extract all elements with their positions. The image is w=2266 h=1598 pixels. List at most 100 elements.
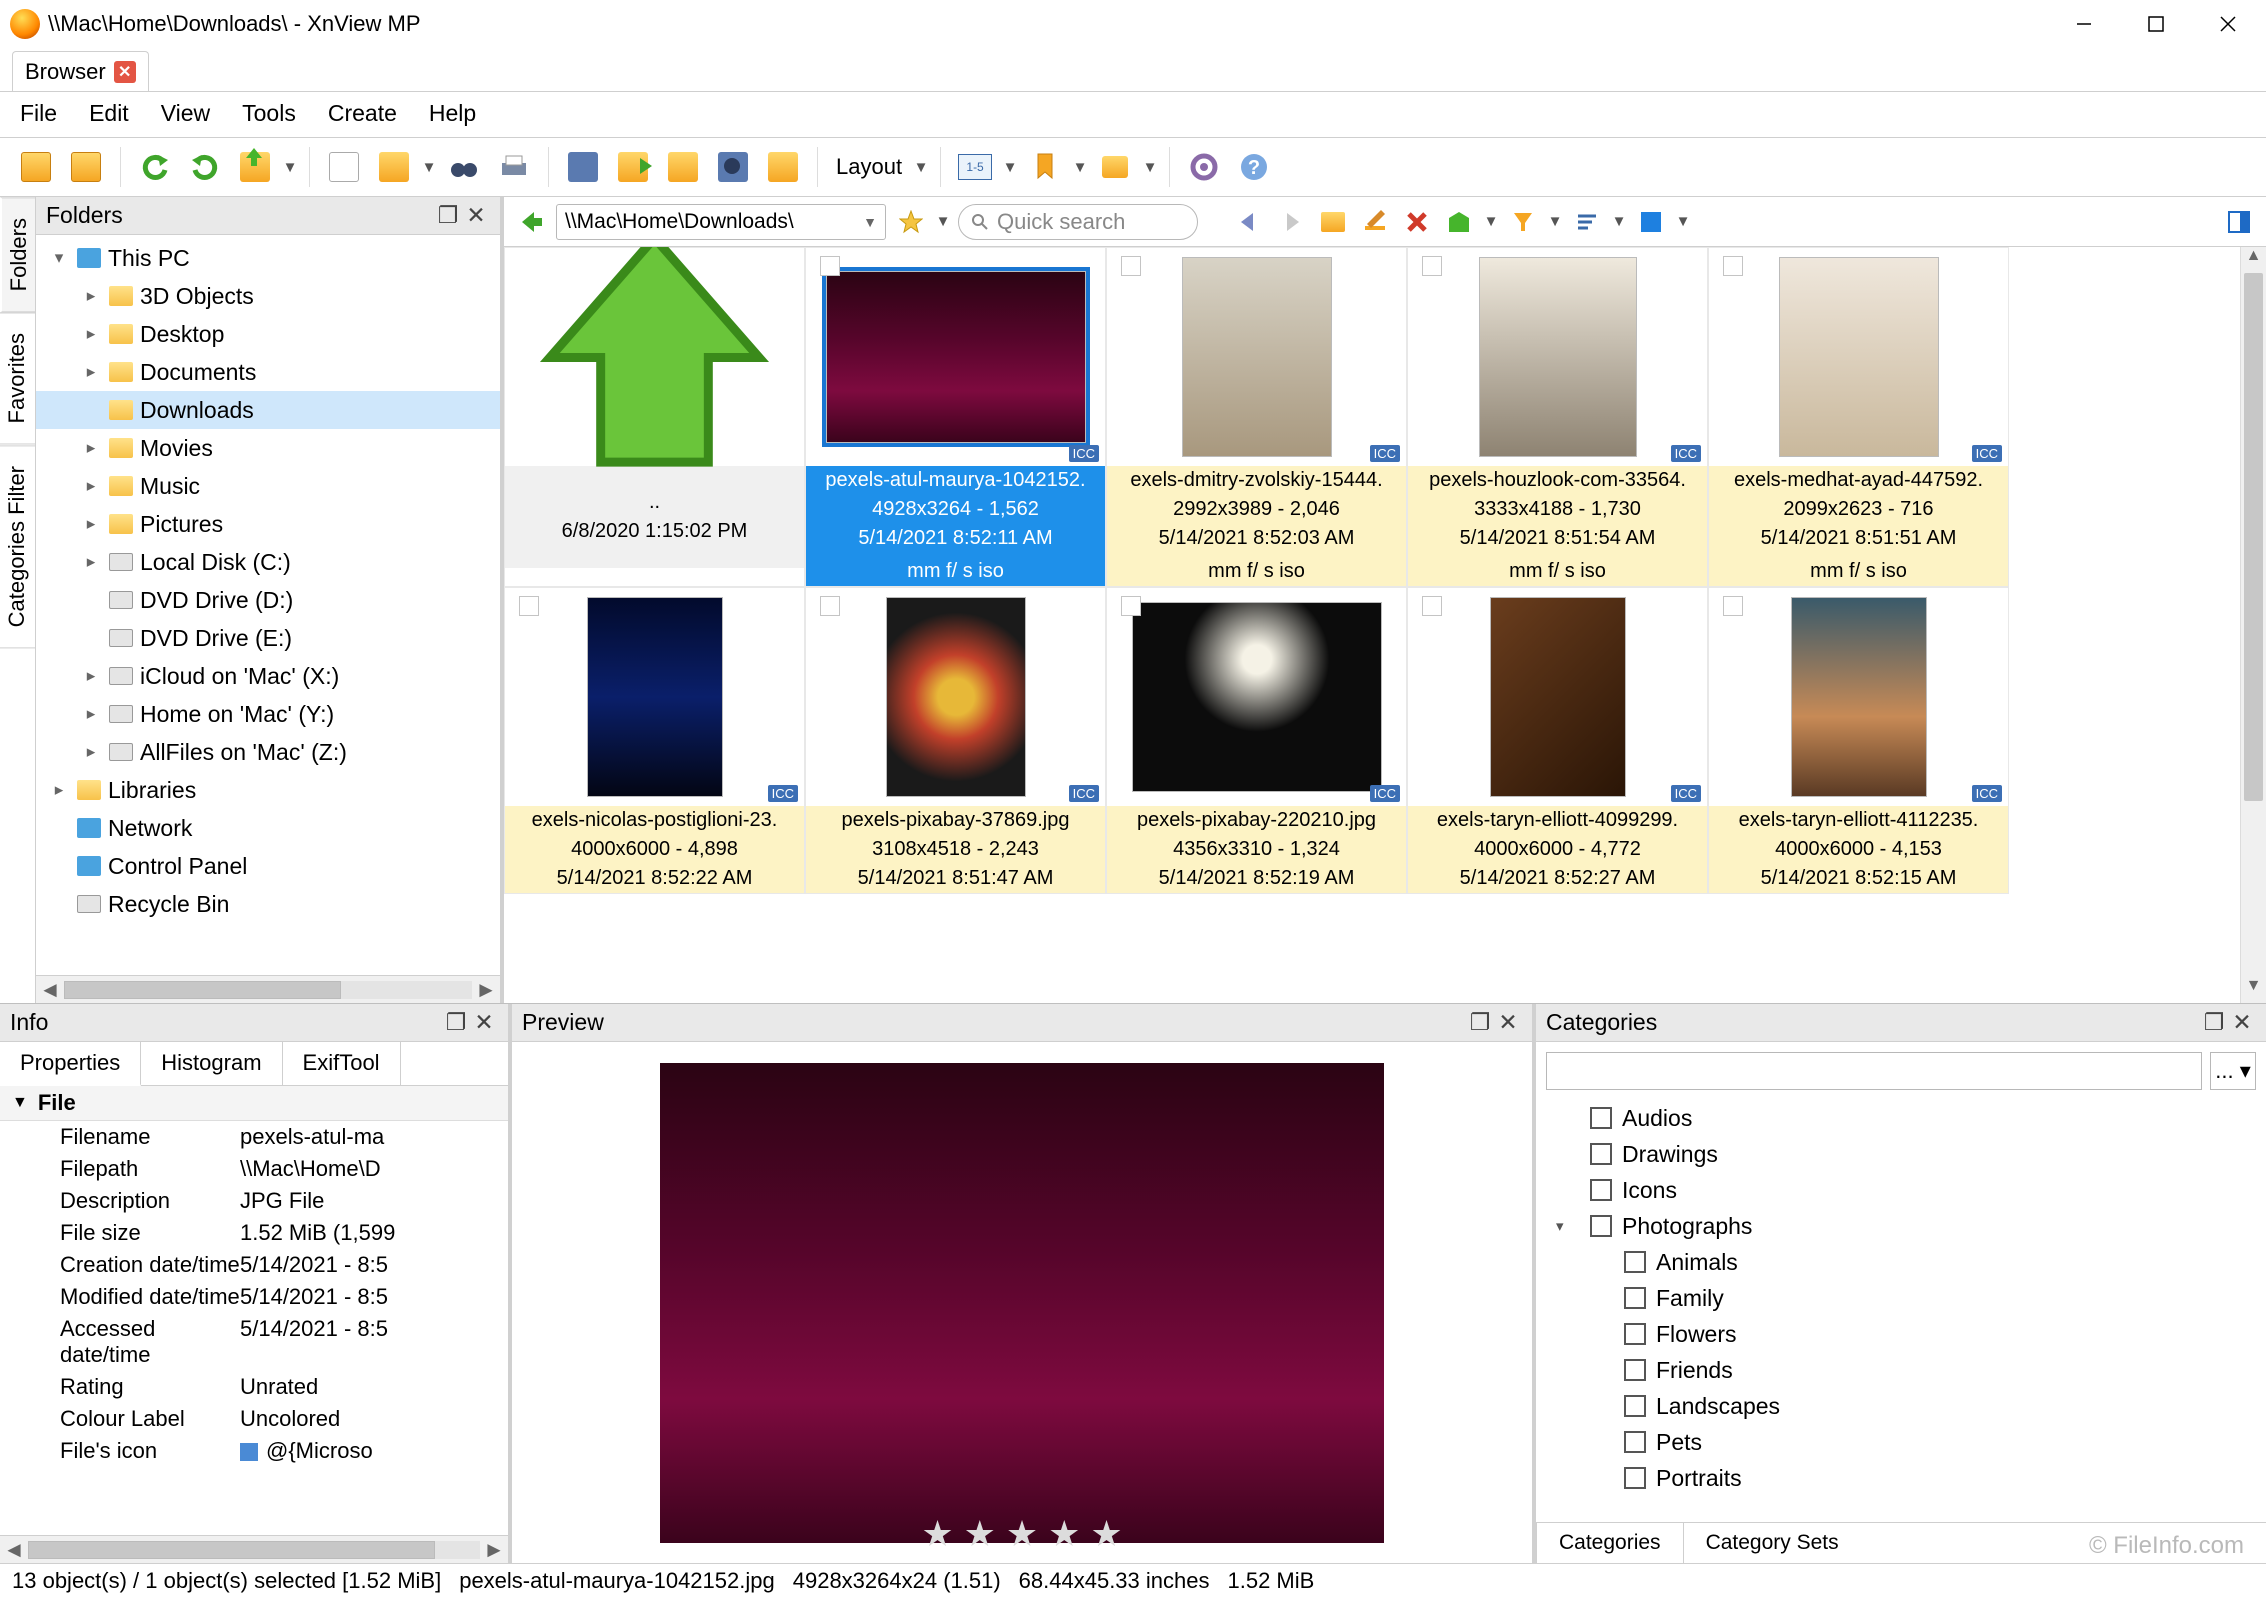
menu-help[interactable]: Help bbox=[429, 100, 476, 127]
path-combo[interactable]: \\Mac\Home\Downloads\▼ bbox=[556, 204, 886, 240]
checkbox[interactable] bbox=[1590, 1107, 1612, 1129]
category-animals[interactable]: Animals bbox=[1536, 1244, 2266, 1280]
folder-documents[interactable]: ▸Documents bbox=[36, 353, 500, 391]
horizontal-scrollbar[interactable]: ◄► bbox=[0, 1535, 508, 1563]
checkbox[interactable] bbox=[1723, 256, 1743, 276]
thumbnail-cell[interactable]: ICCpexels-pixabay-37869.jpg3108x4518 - 2… bbox=[805, 587, 1106, 894]
folder-this-pc[interactable]: ▾This PC bbox=[36, 239, 500, 277]
convert-icon[interactable] bbox=[661, 145, 705, 189]
thumbnail-cell[interactable]: ICCexels-medhat-ayad-447592.2099x2623 - … bbox=[1708, 247, 2009, 587]
section-header-file[interactable]: ▼File bbox=[0, 1086, 508, 1121]
dropdown-icon[interactable]: ▼ bbox=[936, 213, 950, 230]
dropdown-icon[interactable]: ▼ bbox=[1548, 213, 1562, 230]
checkbox[interactable] bbox=[1422, 256, 1442, 276]
category-friends[interactable]: Friends bbox=[1536, 1352, 2266, 1388]
checkbox[interactable] bbox=[1590, 1143, 1612, 1165]
tab-close-icon[interactable]: ✕ bbox=[114, 61, 136, 83]
folder-desktop[interactable]: ▸Desktop bbox=[36, 315, 500, 353]
new-folder-icon[interactable] bbox=[1093, 145, 1137, 189]
folder-recycle-bin[interactable]: Recycle Bin bbox=[36, 885, 500, 923]
checkbox[interactable] bbox=[1121, 596, 1141, 616]
menu-edit[interactable]: Edit bbox=[89, 100, 129, 127]
menu-tools[interactable]: Tools bbox=[242, 100, 296, 127]
nav-forward-icon[interactable] bbox=[1274, 205, 1308, 239]
thumbnail-grid[interactable]: ..6/8/2020 1:15:02 PMICCpexels-atul-maur… bbox=[504, 247, 2266, 1003]
folder-downloads[interactable]: Downloads bbox=[36, 391, 500, 429]
menu-create[interactable]: Create bbox=[328, 100, 397, 127]
sidetab-folders[interactable]: Folders bbox=[0, 197, 35, 312]
scanner-icon[interactable] bbox=[561, 145, 605, 189]
category-icons[interactable]: Icons bbox=[1536, 1172, 2266, 1208]
category-drawings[interactable]: Drawings bbox=[1536, 1136, 2266, 1172]
checkbox[interactable] bbox=[1121, 256, 1141, 276]
open-folder-icon[interactable] bbox=[1316, 205, 1350, 239]
panel-close-icon[interactable]: ✕ bbox=[1494, 1009, 1522, 1036]
info-tab-properties[interactable]: Properties bbox=[0, 1042, 141, 1086]
category-portraits[interactable]: Portraits bbox=[1536, 1460, 2266, 1496]
minimize-button[interactable] bbox=[2048, 2, 2120, 46]
folder-libraries[interactable]: ▸Libraries bbox=[36, 771, 500, 809]
dropdown-icon[interactable]: ▼ bbox=[1003, 159, 1017, 176]
folder-local-disk-c-[interactable]: ▸Local Disk (C:) bbox=[36, 543, 500, 581]
rating-stars[interactable]: ★ ★ ★ ★ ★ bbox=[921, 1513, 1122, 1555]
category-search-input[interactable] bbox=[1546, 1052, 2202, 1090]
export-icon[interactable] bbox=[611, 145, 655, 189]
favorite-star-icon[interactable] bbox=[894, 205, 928, 239]
checkbox[interactable] bbox=[1624, 1323, 1646, 1345]
nav-back-icon[interactable] bbox=[1232, 205, 1266, 239]
menu-view[interactable]: View bbox=[161, 100, 210, 127]
folder-3d-objects[interactable]: ▸3D Objects bbox=[36, 277, 500, 315]
category-tree[interactable]: AudiosDrawingsIcons▾PhotographsAnimalsFa… bbox=[1536, 1100, 2266, 1522]
info-tab-exiftool[interactable]: ExifTool bbox=[283, 1042, 401, 1085]
dropdown-icon[interactable]: ▼ bbox=[1484, 213, 1498, 230]
checkbox[interactable] bbox=[1624, 1431, 1646, 1453]
dropdown-icon[interactable]: ▼ bbox=[422, 159, 436, 176]
checkbox[interactable] bbox=[1624, 1287, 1646, 1309]
panel-close-icon[interactable]: ✕ bbox=[2228, 1009, 2256, 1036]
category-photographs[interactable]: ▾Photographs bbox=[1536, 1208, 2266, 1244]
cat-tab-category-sets[interactable]: Category Sets bbox=[1684, 1523, 1861, 1563]
folder-dvd-drive-e-[interactable]: DVD Drive (E:) bbox=[36, 619, 500, 657]
sidetab-categories-filter[interactable]: Categories Filter bbox=[0, 445, 35, 648]
paste-folder-icon[interactable] bbox=[372, 145, 416, 189]
folder-home-on-mac-y-[interactable]: ▸Home on 'Mac' (Y:) bbox=[36, 695, 500, 733]
tab-browser[interactable]: Browser ✕ bbox=[12, 51, 149, 91]
close-button[interactable] bbox=[2192, 2, 2264, 46]
folder-control-panel[interactable]: Control Panel bbox=[36, 847, 500, 885]
checkbox[interactable] bbox=[1624, 1251, 1646, 1273]
quick-search-input[interactable]: Quick search bbox=[958, 204, 1198, 240]
checkbox[interactable] bbox=[820, 596, 840, 616]
panel-close-icon[interactable]: ✕ bbox=[462, 202, 490, 229]
panel-restore-icon[interactable]: ❐ bbox=[2200, 1009, 2228, 1036]
folder-icloud-on-mac-x-[interactable]: ▸iCloud on 'Mac' (X:) bbox=[36, 657, 500, 695]
slideshow-icon[interactable] bbox=[761, 145, 805, 189]
folder-network[interactable]: Network bbox=[36, 809, 500, 847]
binoculars-icon[interactable] bbox=[442, 145, 486, 189]
sidetab-favorites[interactable]: Favorites bbox=[0, 312, 35, 444]
filter-icon[interactable] bbox=[1506, 205, 1540, 239]
cat-tab-categories[interactable]: Categories bbox=[1536, 1522, 1684, 1563]
maximize-button[interactable] bbox=[2120, 2, 2192, 46]
dropdown-icon[interactable]: ▼ bbox=[1612, 213, 1626, 230]
fullscreen-icon[interactable] bbox=[14, 145, 58, 189]
folder-movies[interactable]: ▸Movies bbox=[36, 429, 500, 467]
panel-restore-icon[interactable]: ❐ bbox=[434, 202, 462, 229]
checkbox[interactable] bbox=[519, 596, 539, 616]
thumbnail-cell[interactable]: ..6/8/2020 1:15:02 PM bbox=[504, 247, 805, 587]
panel-restore-icon[interactable]: ❐ bbox=[442, 1009, 470, 1036]
dropdown-icon[interactable]: ▼ bbox=[1143, 159, 1157, 176]
panel-close-icon[interactable]: ✕ bbox=[470, 1009, 498, 1036]
print-icon[interactable] bbox=[492, 145, 536, 189]
checkbox[interactable] bbox=[1624, 1359, 1646, 1381]
color-label-icon[interactable] bbox=[1634, 205, 1668, 239]
thumbnail-cell[interactable]: ICCexels-nicolas-postiglioni-23.4000x600… bbox=[504, 587, 805, 894]
checkbox[interactable] bbox=[1624, 1395, 1646, 1417]
delete-icon[interactable] bbox=[1400, 205, 1434, 239]
checkbox[interactable] bbox=[1624, 1467, 1646, 1489]
category-flowers[interactable]: Flowers bbox=[1536, 1316, 2266, 1352]
menu-file[interactable]: File bbox=[20, 100, 57, 127]
thumbnail-cell[interactable]: ICCpexels-pixabay-220210.jpg4356x3310 - … bbox=[1106, 587, 1407, 894]
dropdown-icon[interactable]: ▼ bbox=[914, 159, 928, 176]
thumbnails-view-icon[interactable]: 1-5 bbox=[953, 145, 997, 189]
edit-icon[interactable] bbox=[1358, 205, 1392, 239]
